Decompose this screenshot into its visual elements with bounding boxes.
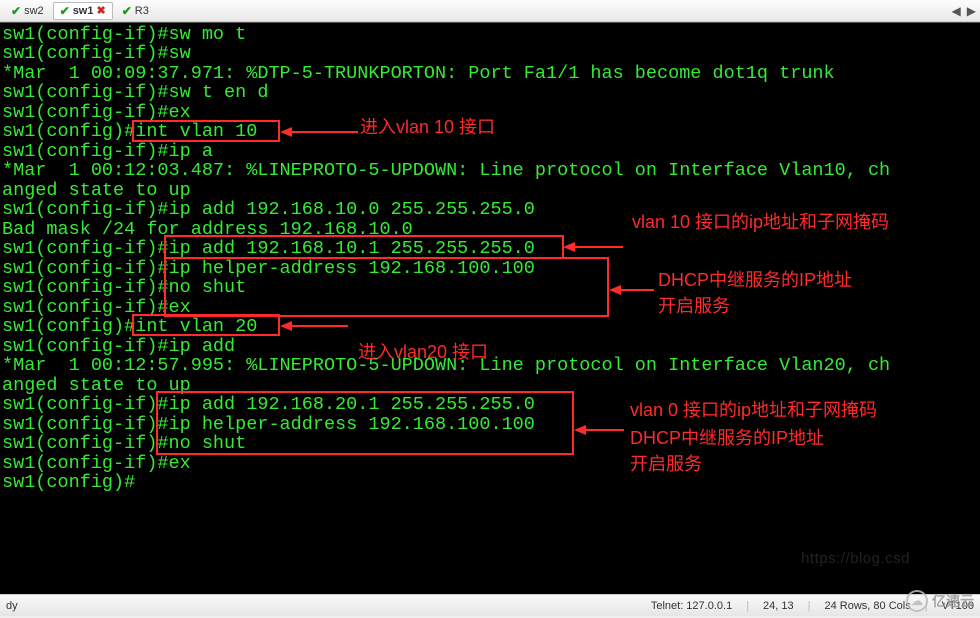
annotation-box	[164, 257, 609, 317]
terminal-line: sw1(config-if)#sw	[2, 44, 191, 64]
status-size: 24 Rows, 80 Cols	[825, 600, 911, 612]
status-cursor: 24, 13	[763, 600, 794, 612]
arrow-icon	[563, 238, 625, 256]
annotation-text: 开启服务	[630, 455, 702, 475]
terminal-line: *Mar 1 00:12:03.487: %LINEPROTO-5-UPDOWN…	[2, 161, 890, 181]
annotation-text: DHCP中继服务的IP地址	[658, 271, 852, 291]
watermark: ☁ 亿速云	[906, 590, 974, 612]
cloud-icon: ☁	[906, 590, 928, 612]
chevron-left-icon[interactable]: ◀	[952, 4, 961, 18]
close-icon[interactable]: ✖	[96, 4, 105, 17]
terminal-line: sw1(config-if)#sw t en d	[2, 83, 268, 103]
annotation-box	[156, 391, 574, 455]
annotation-text: DHCP中继服务的IP地址	[630, 429, 824, 449]
terminal-line: sw1(config-if)#ip add	[2, 337, 235, 357]
arrow-icon	[280, 317, 350, 335]
watermark-url: https://blog.csd	[801, 549, 910, 569]
annotation-box	[132, 120, 280, 142]
terminal-line: sw1(config)#	[2, 473, 135, 493]
terminal-line: sw1(config-if)#ip add 192.168.10.0 255.2…	[2, 200, 535, 220]
terminal-line: sw1(config-if)#sw mo t	[2, 25, 246, 45]
terminal-line: sw1(config-if)#ex	[2, 454, 191, 474]
tab-sw2[interactable]: ✔ sw2	[4, 2, 51, 20]
status-bar: dy Telnet: 127.0.0.1 | 24, 13 | 24 Rows,…	[0, 594, 980, 616]
tab-label: sw1	[73, 5, 94, 17]
annotation-text: 进入vlan 10 接口	[360, 118, 495, 138]
tab-r3[interactable]: ✔ R3	[115, 2, 156, 20]
annotation-text: 开启服务	[658, 297, 730, 317]
terminal-line: anged state to up	[2, 181, 191, 201]
watermark-text: 亿速云	[932, 591, 974, 611]
arrow-icon	[280, 123, 360, 141]
annotation-box	[164, 235, 564, 259]
chevron-right-icon[interactable]: ▶	[967, 4, 976, 18]
check-icon: ✔	[122, 4, 132, 18]
status-connection: Telnet: 127.0.0.1	[651, 600, 732, 612]
arrow-icon	[574, 421, 626, 439]
annotation-text: vlan 0 接口的ip地址和子网掩码	[630, 401, 877, 421]
status-left: dy	[6, 600, 18, 612]
annotation-text: 进入vlan20 接口	[358, 343, 488, 363]
terminal-line: sw1(config-if)#ip a	[2, 142, 213, 162]
tab-nav: ◀ ▶	[952, 4, 976, 18]
annotation-text: vlan 10 接口的ip地址和子网掩码	[632, 213, 889, 233]
tab-bar: ✔ sw2 ✔ sw1 ✖ ✔ R3 ◀ ▶	[0, 0, 980, 22]
annotation-box	[132, 314, 280, 336]
tab-label: sw2	[24, 5, 44, 17]
tab-sw1[interactable]: ✔ sw1 ✖	[53, 2, 113, 20]
terminal-line: *Mar 1 00:09:37.971: %DTP-5-TRUNKPORTON:…	[2, 64, 835, 84]
arrow-icon	[609, 281, 656, 299]
tab-label: R3	[135, 5, 149, 17]
check-icon: ✔	[11, 4, 21, 18]
terminal[interactable]: sw1(config-if)#sw mo t sw1(config-if)#sw…	[0, 22, 980, 594]
check-icon: ✔	[60, 4, 70, 18]
